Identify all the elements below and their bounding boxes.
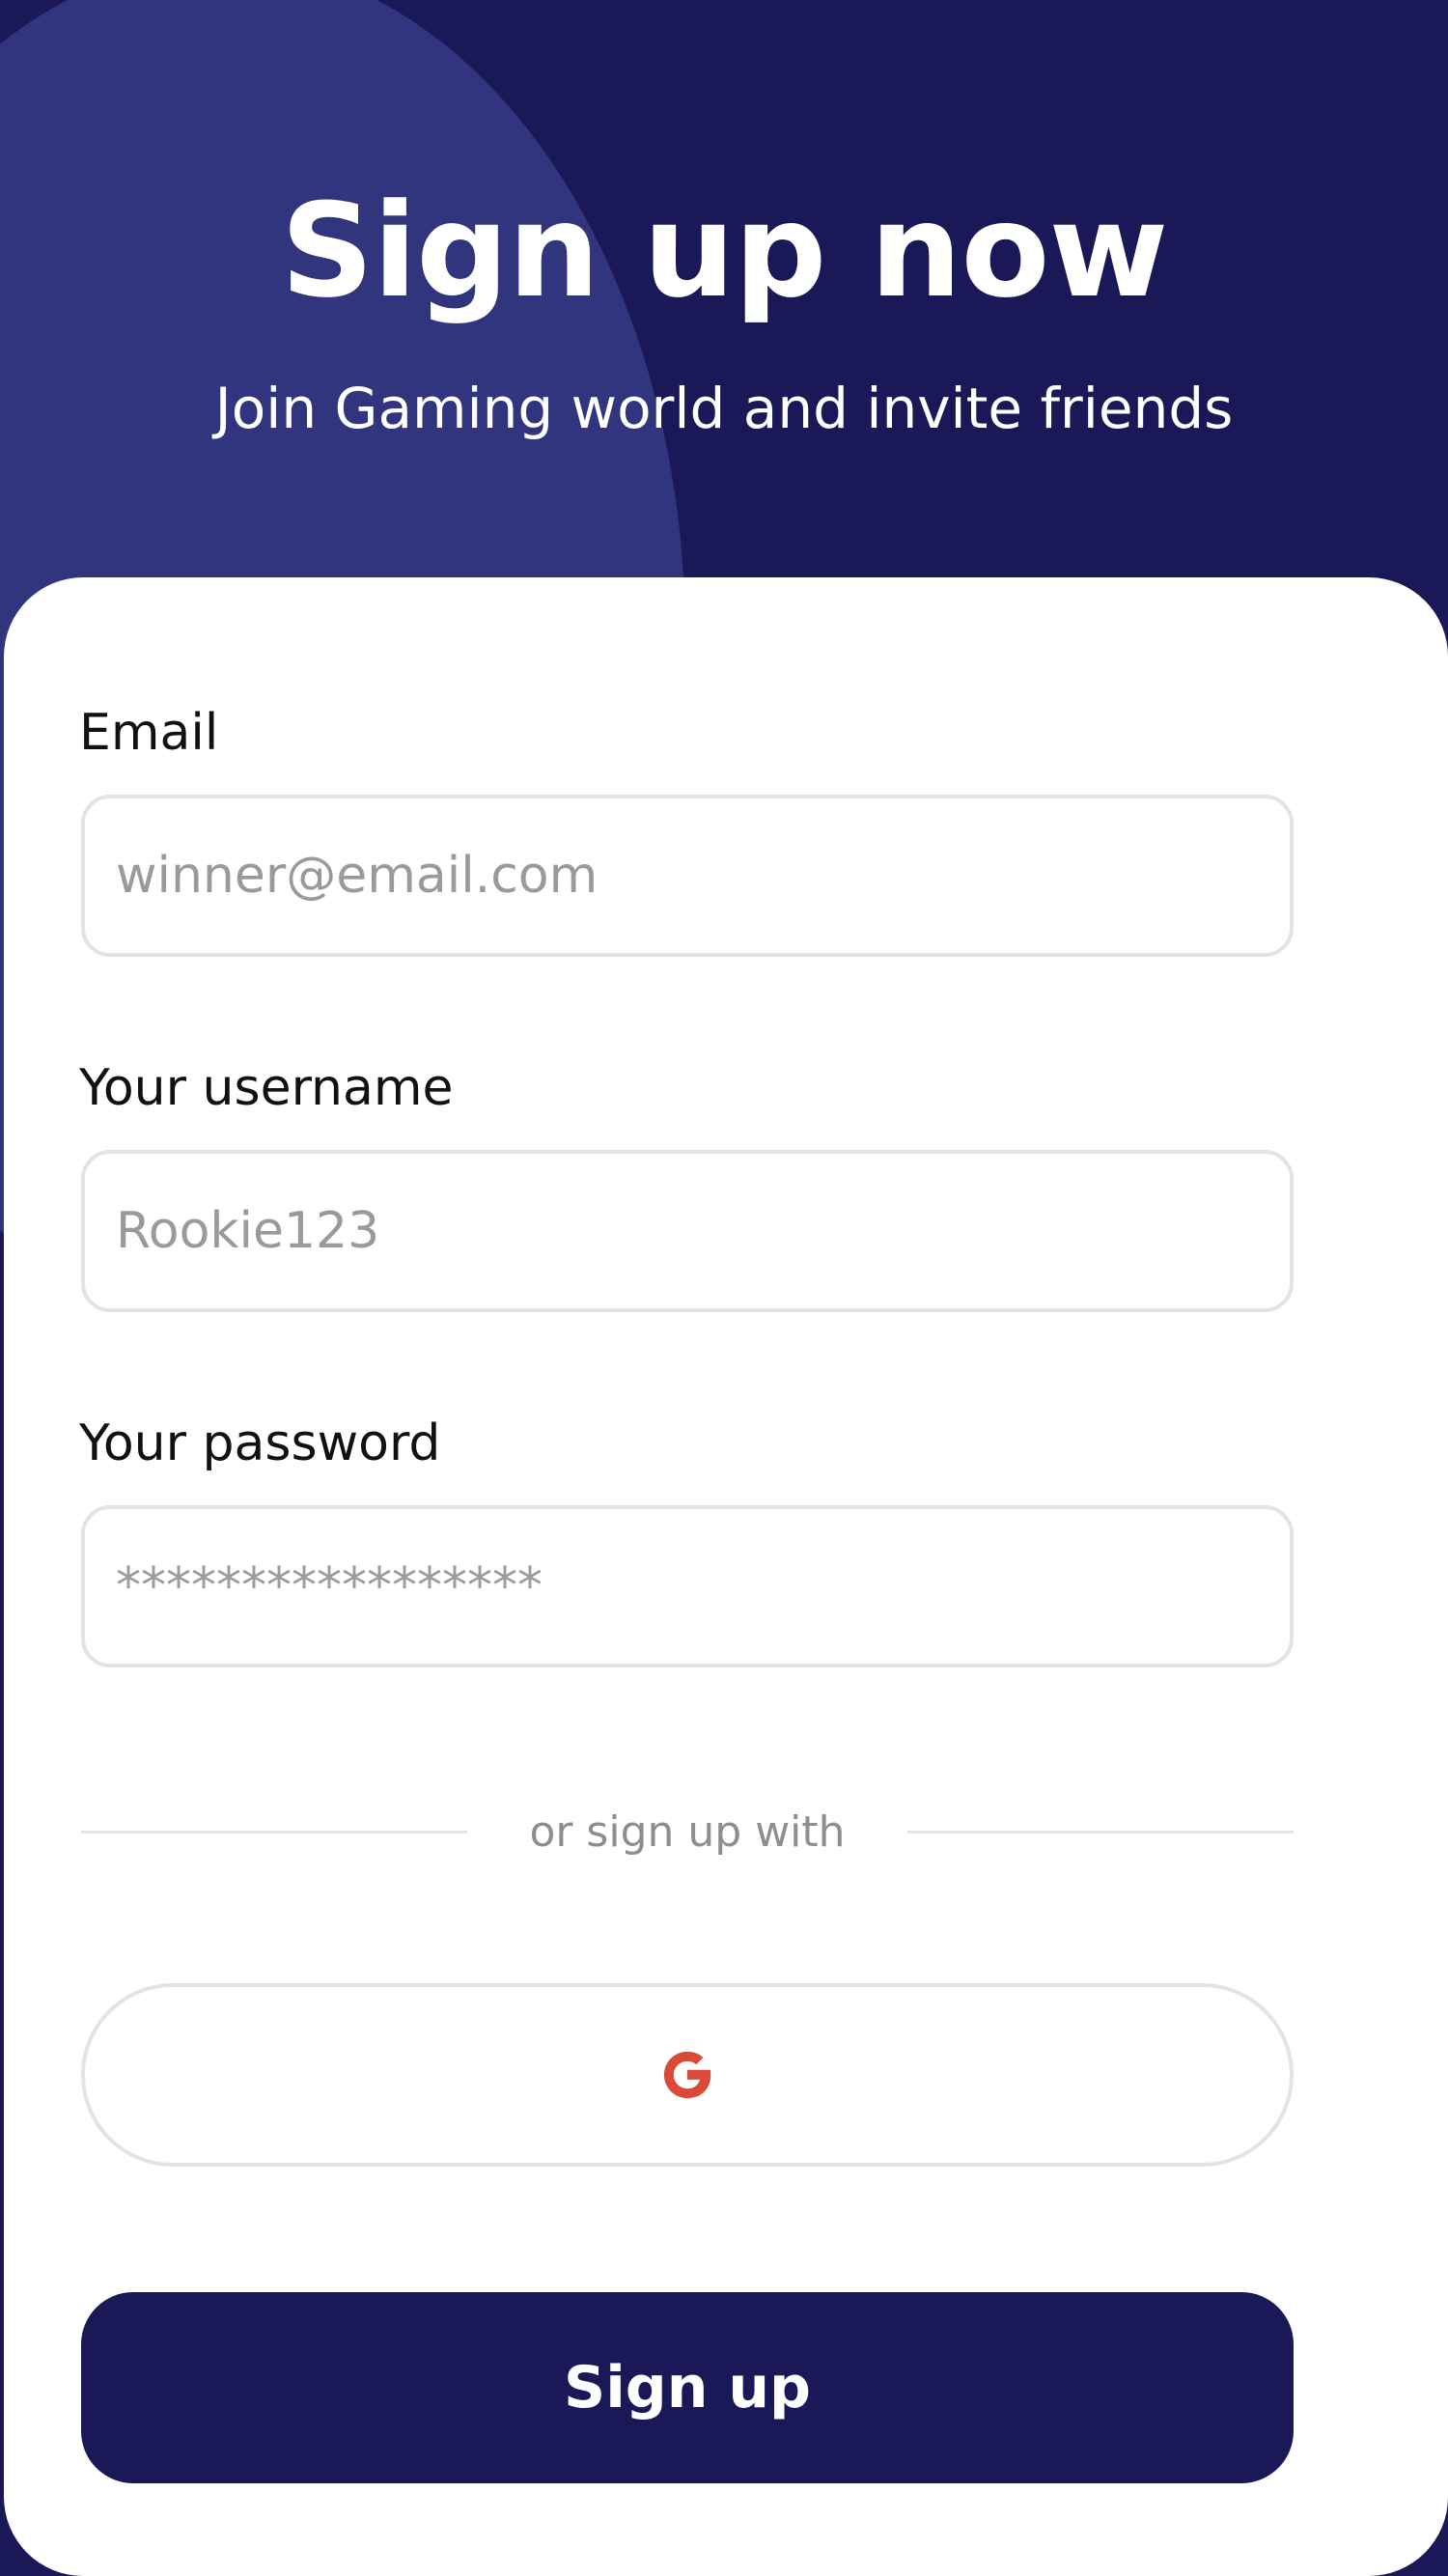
google-g-icon bbox=[663, 2051, 711, 2099]
username-label: Your username bbox=[79, 1059, 454, 1117]
social-divider: or sign up with bbox=[81, 1804, 1294, 1862]
signup-button[interactable]: Sign up bbox=[81, 2292, 1294, 2483]
page-title: Sign up now bbox=[280, 176, 1169, 326]
signup-screen: Sign up now Join Gaming world and invite… bbox=[0, 0, 1448, 2576]
email-field[interactable] bbox=[81, 795, 1294, 957]
signup-card: Email Your username Your password or sig… bbox=[4, 577, 1448, 2576]
google-signup-button[interactable] bbox=[81, 1983, 1294, 2167]
page-subtitle: Join Gaming world and invite friends bbox=[214, 376, 1234, 441]
header: Sign up now Join Gaming world and invite… bbox=[0, 0, 1448, 579]
password-label: Your password bbox=[79, 1414, 441, 1472]
password-field[interactable] bbox=[81, 1505, 1294, 1667]
username-field[interactable] bbox=[81, 1150, 1294, 1312]
divider-line-right bbox=[907, 1831, 1294, 1834]
email-label: Email bbox=[79, 704, 219, 762]
